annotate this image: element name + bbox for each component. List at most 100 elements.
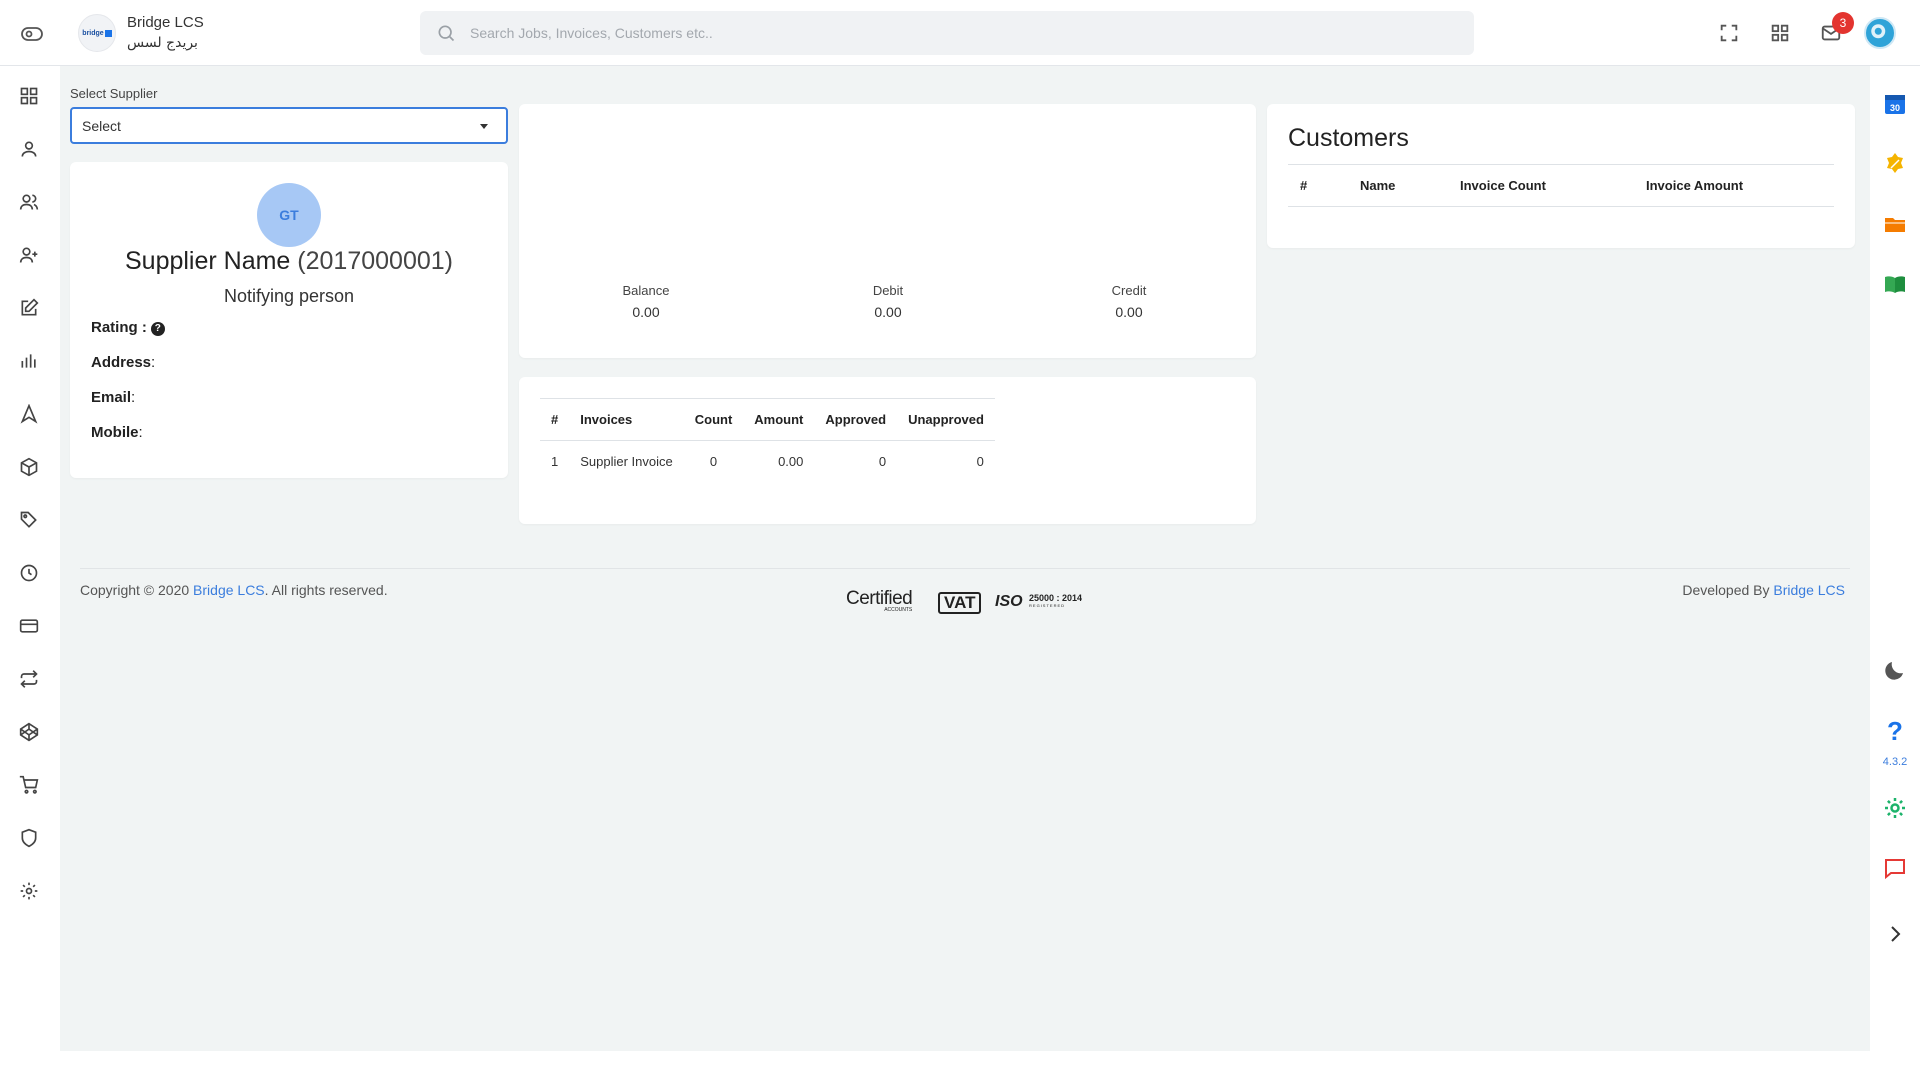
repeat-icon[interactable]	[19, 669, 41, 691]
dashboard-icon[interactable]	[19, 86, 41, 108]
search-icon	[436, 23, 456, 43]
credit-label: Credit	[1111, 283, 1147, 298]
gear-icon[interactable]	[1883, 796, 1907, 820]
col-header-name: Name	[1348, 164, 1448, 207]
copyright-prefix: Copyright © 2020	[80, 582, 190, 598]
iso-text: ISO	[995, 593, 1023, 610]
cell-amount: 0.00	[778, 454, 804, 470]
mobile-label: Mobile	[91, 424, 139, 441]
col-header-approved: Approved	[814, 398, 898, 441]
copyright-link[interactable]: Bridge LCS	[193, 582, 265, 598]
chevron-right-icon[interactable]	[1883, 922, 1907, 946]
chevron-down-icon	[480, 124, 488, 129]
shopping-cart-icon[interactable]	[19, 775, 41, 797]
balance-value: 0.00	[632, 304, 660, 320]
search-input[interactable]	[470, 11, 1450, 55]
cell-number: 1	[551, 454, 559, 470]
registered-text: REGISTERED	[1029, 603, 1066, 608]
balance-label: Balance	[622, 283, 670, 298]
email-row: Email:	[91, 389, 136, 406]
supplier-code: (2017000001)	[297, 247, 453, 275]
notes-icon[interactable]	[1883, 152, 1907, 176]
version-label: 4.3.2	[1882, 756, 1908, 768]
vat-logo: VAT	[938, 592, 982, 614]
brand-logo[interactable]: bridge	[78, 14, 116, 52]
supplier-avatar: GT	[257, 183, 321, 247]
settings-icon[interactable]	[19, 881, 41, 903]
col-header-number: #	[1288, 164, 1348, 207]
col-header-amount: Amount	[743, 398, 815, 441]
cell-approved: 0	[878, 454, 887, 470]
developed-prefix: Developed By	[1682, 582, 1770, 598]
col-header-unapproved: Unapproved	[897, 398, 995, 441]
calendar-day: 30	[1890, 103, 1900, 113]
clock-icon[interactable]	[19, 563, 41, 585]
credit-value: 0.00	[1115, 304, 1143, 320]
users-icon[interactable]	[19, 192, 41, 214]
logo-text: bridge	[82, 29, 104, 37]
shield-icon[interactable]	[19, 828, 41, 850]
supplier-select[interactable]: Select	[70, 107, 508, 144]
col-header-count: Count	[683, 398, 744, 441]
fullscreen-icon[interactable]	[1718, 22, 1740, 44]
right-sidebar: 30 ? 4.3.2	[1870, 66, 1920, 1080]
book-icon[interactable]	[1883, 272, 1907, 296]
credit-card-icon[interactable]	[19, 616, 41, 638]
user-avatar[interactable]	[1864, 17, 1896, 49]
balance-stat: Balance 0.00	[566, 283, 726, 320]
address-label: Address	[91, 354, 152, 371]
rating-label: Rating :	[91, 319, 147, 336]
email-label: Email	[91, 389, 132, 406]
tag-icon[interactable]	[19, 510, 41, 532]
certified-accounts-logo: Certified ACCOUNTS	[846, 588, 913, 613]
codepen-icon[interactable]	[19, 722, 41, 744]
notification-badge: 3	[1832, 12, 1854, 34]
customers-title: Customers	[1288, 124, 1409, 152]
col-header-invoice-amount: Invoice Amount	[1634, 164, 1834, 207]
search-bar	[420, 11, 1474, 55]
address-row: Address:	[91, 354, 156, 371]
debit-value: 0.00	[874, 304, 902, 320]
top-header: bridge Bridge LCS بريدج لسس 3	[0, 0, 1920, 66]
bar-chart-icon[interactable]	[19, 351, 41, 373]
brand-name: Bridge LCS	[127, 14, 204, 31]
calendar-icon[interactable]: 30	[1883, 92, 1907, 116]
cell-invoice-name: Supplier Invoice	[580, 454, 673, 470]
developed-link[interactable]: Bridge LCS	[1773, 582, 1845, 598]
copyright-suffix: . All rights reserved.	[264, 582, 388, 598]
edit-icon[interactable]	[19, 298, 41, 320]
navigation-icon[interactable]	[19, 403, 41, 426]
table-row[interactable]: 1 Supplier Invoice 0 0.00 0 0	[540, 441, 995, 483]
cell-count: 0	[709, 454, 718, 470]
supplier-title: Supplier Name (2017000001)	[70, 247, 508, 276]
developed-by: Developed By Bridge LCS	[1682, 582, 1845, 598]
col-header-number: #	[540, 398, 570, 441]
table-header-row: # Invoices Count Amount Approved Unappro…	[540, 398, 995, 441]
eye-icon[interactable]	[20, 22, 46, 44]
debit-label: Debit	[872, 283, 904, 298]
user-plus-icon[interactable]	[19, 245, 41, 267]
moon-icon[interactable]	[1883, 658, 1907, 682]
credit-stat: Credit 0.00	[1049, 283, 1209, 320]
folder-icon[interactable]	[1883, 212, 1907, 236]
rating-row: Rating :?	[91, 319, 165, 336]
user-icon[interactable]	[19, 139, 41, 161]
cell-unapproved: 0	[976, 454, 984, 470]
debit-stat: Debit 0.00	[808, 283, 968, 320]
question-circle-icon[interactable]: ?	[150, 322, 165, 336]
apps-grid-icon[interactable]	[1769, 22, 1791, 44]
col-header-invoices: Invoices	[569, 398, 684, 441]
chat-icon[interactable]	[1883, 856, 1907, 880]
certified-text: Certified	[846, 588, 913, 609]
footer-divider	[80, 568, 1850, 569]
col-header-invoice-count: Invoice Count	[1448, 164, 1634, 207]
customers-table: # Name Invoice Count Invoice Amount	[1288, 164, 1834, 207]
help-icon[interactable]: ?	[1883, 716, 1907, 746]
supplier-select-value: Select	[82, 118, 121, 134]
left-sidebar	[0, 66, 60, 1080]
supplier-name: Supplier Name	[124, 247, 291, 275]
brand-subtitle: بريدج لسس	[127, 35, 198, 51]
copyright: Copyright © 2020 Bridge LCS. All rights …	[80, 582, 388, 598]
box-icon[interactable]	[19, 457, 41, 479]
svg-text:?: ?	[1887, 716, 1903, 744]
